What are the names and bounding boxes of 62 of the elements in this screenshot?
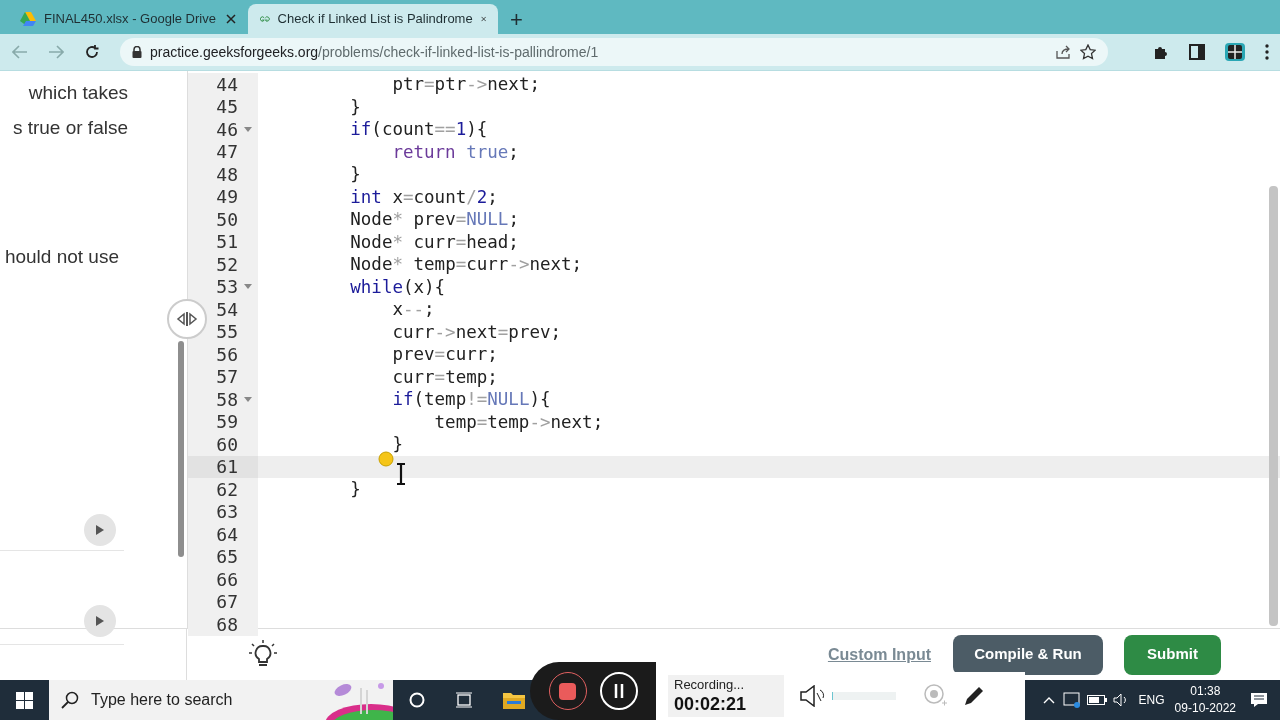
line-number: 47 — [216, 140, 238, 165]
line-number: 51 — [216, 230, 238, 255]
tab-title: FINAL450.xlsx - Google Drive — [44, 10, 217, 29]
recording-status: Recording... — [674, 677, 746, 693]
code-line: } — [349, 163, 361, 187]
code-line: ptr=ptr->next; — [391, 73, 540, 97]
submit-button[interactable]: Submit — [1124, 634, 1221, 675]
line-number: 58 — [216, 387, 238, 412]
custom-input-link[interactable]: Custom Input — [827, 642, 931, 667]
url-text: practice.geeksforgeeks.org/problems/check-if-linked-list-is-pallindrome/1 — [150, 42, 600, 62]
code-line: Node* temp=curr->next; — [349, 253, 583, 277]
line-number: 62 — [216, 477, 238, 502]
code-line: } — [349, 95, 361, 119]
line-number: 49 — [216, 185, 238, 210]
code-line: temp=temp->next; — [433, 410, 604, 434]
tab-title: Check if Linked List is Palindrome — [277, 10, 473, 29]
address-bar[interactable]: practice.geeksforgeeks.org/problems/check-if-linked-list-is-pallindrome/1 — [120, 38, 1108, 66]
line-number: 60 — [216, 432, 238, 457]
code-line: } — [391, 433, 403, 457]
line-number: 48 — [216, 162, 238, 187]
problem-text: hould not use — [4, 245, 119, 269]
line-number: 45 — [216, 95, 238, 120]
code-line: curr=temp; — [391, 365, 498, 389]
line-number: 52 — [216, 252, 238, 277]
compile-run-button[interactable]: Compile & Run — [953, 634, 1103, 675]
code-line: if(count==1){ — [349, 118, 488, 142]
line-number: 57 — [216, 365, 238, 390]
clock-date: 09-10-2022 — [1174, 700, 1236, 717]
browser-tab[interactable]: Check if Linked List is Palindrome — [248, 4, 498, 34]
code-line: if(temp!=NULL){ — [391, 388, 551, 412]
language-indicator[interactable]: ENG — [1138, 691, 1165, 709]
line-number: 65 — [216, 545, 238, 570]
line-number: 56 — [216, 342, 238, 367]
line-number: 59 — [216, 410, 238, 435]
line-number: 54 — [216, 297, 238, 322]
line-number: 66 — [216, 567, 238, 592]
code-line: int x=count/2; — [349, 185, 498, 209]
line-number: 46 — [216, 117, 238, 142]
line-number: 55 — [216, 320, 238, 345]
problem-text: which takes — [28, 81, 128, 105]
taskbar-search-field[interactable]: Type here to search — [49, 680, 393, 720]
code-line: Node* curr=head; — [349, 230, 519, 254]
problem-text: s true or false — [12, 116, 128, 140]
clock-time: 01:38 — [1190, 683, 1221, 700]
line-number: 50 — [216, 207, 238, 232]
new-tab-button[interactable]: + — [498, 4, 535, 34]
line-number: 64 — [216, 522, 238, 547]
line-number: 67 — [216, 590, 238, 615]
browser-tab[interactable]: FINAL450.xlsx - Google Drive — [8, 4, 248, 34]
code-line: prev=curr; — [391, 343, 498, 367]
code-line: x--; — [391, 298, 435, 322]
code-line: Node* prev=NULL; — [349, 208, 519, 232]
recording-time: 00:02:21 — [674, 693, 748, 715]
code-line: } — [349, 478, 361, 502]
code-line: curr->next=prev; — [391, 320, 562, 344]
line-number: 68 — [216, 612, 238, 637]
line-number: 63 — [216, 500, 238, 525]
code-line: while(x){ — [349, 275, 446, 299]
code-line: return true; — [391, 140, 519, 164]
line-number: 61 — [216, 455, 238, 480]
line-number: 44 — [216, 72, 238, 97]
line-number: 53 — [216, 275, 238, 300]
